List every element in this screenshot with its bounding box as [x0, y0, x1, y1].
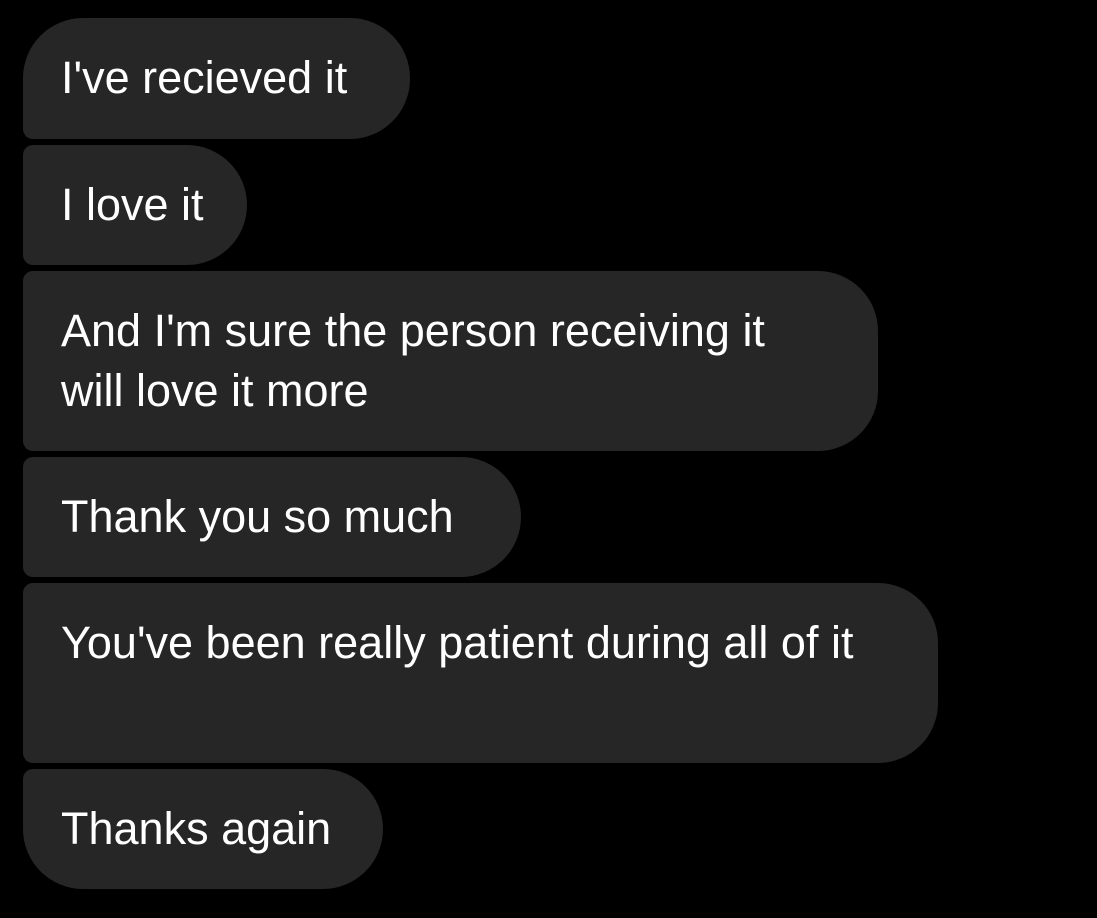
message-text: I love it: [61, 179, 204, 230]
message-text: Thank you so much: [61, 491, 454, 542]
message-thread: I've recieved it I love it And I'm sure …: [0, 0, 1097, 918]
message-text: You've been really patient during all of…: [61, 617, 854, 668]
message-text: I've recieved it: [61, 52, 348, 103]
message-bubble-2[interactable]: I love it: [23, 145, 247, 265]
message-text: Thanks again: [61, 803, 332, 854]
message-bubble-1[interactable]: I've recieved it: [23, 18, 410, 139]
message-bubble-3[interactable]: And I'm sure the person receiving it wil…: [23, 271, 878, 451]
message-bubble-5[interactable]: You've been really patient during all of…: [23, 583, 938, 763]
message-bubble-4[interactable]: Thank you so much: [23, 457, 521, 577]
message-text: And I'm sure the person receiving it wil…: [61, 305, 765, 416]
message-bubble-6[interactable]: Thanks again: [23, 769, 383, 889]
